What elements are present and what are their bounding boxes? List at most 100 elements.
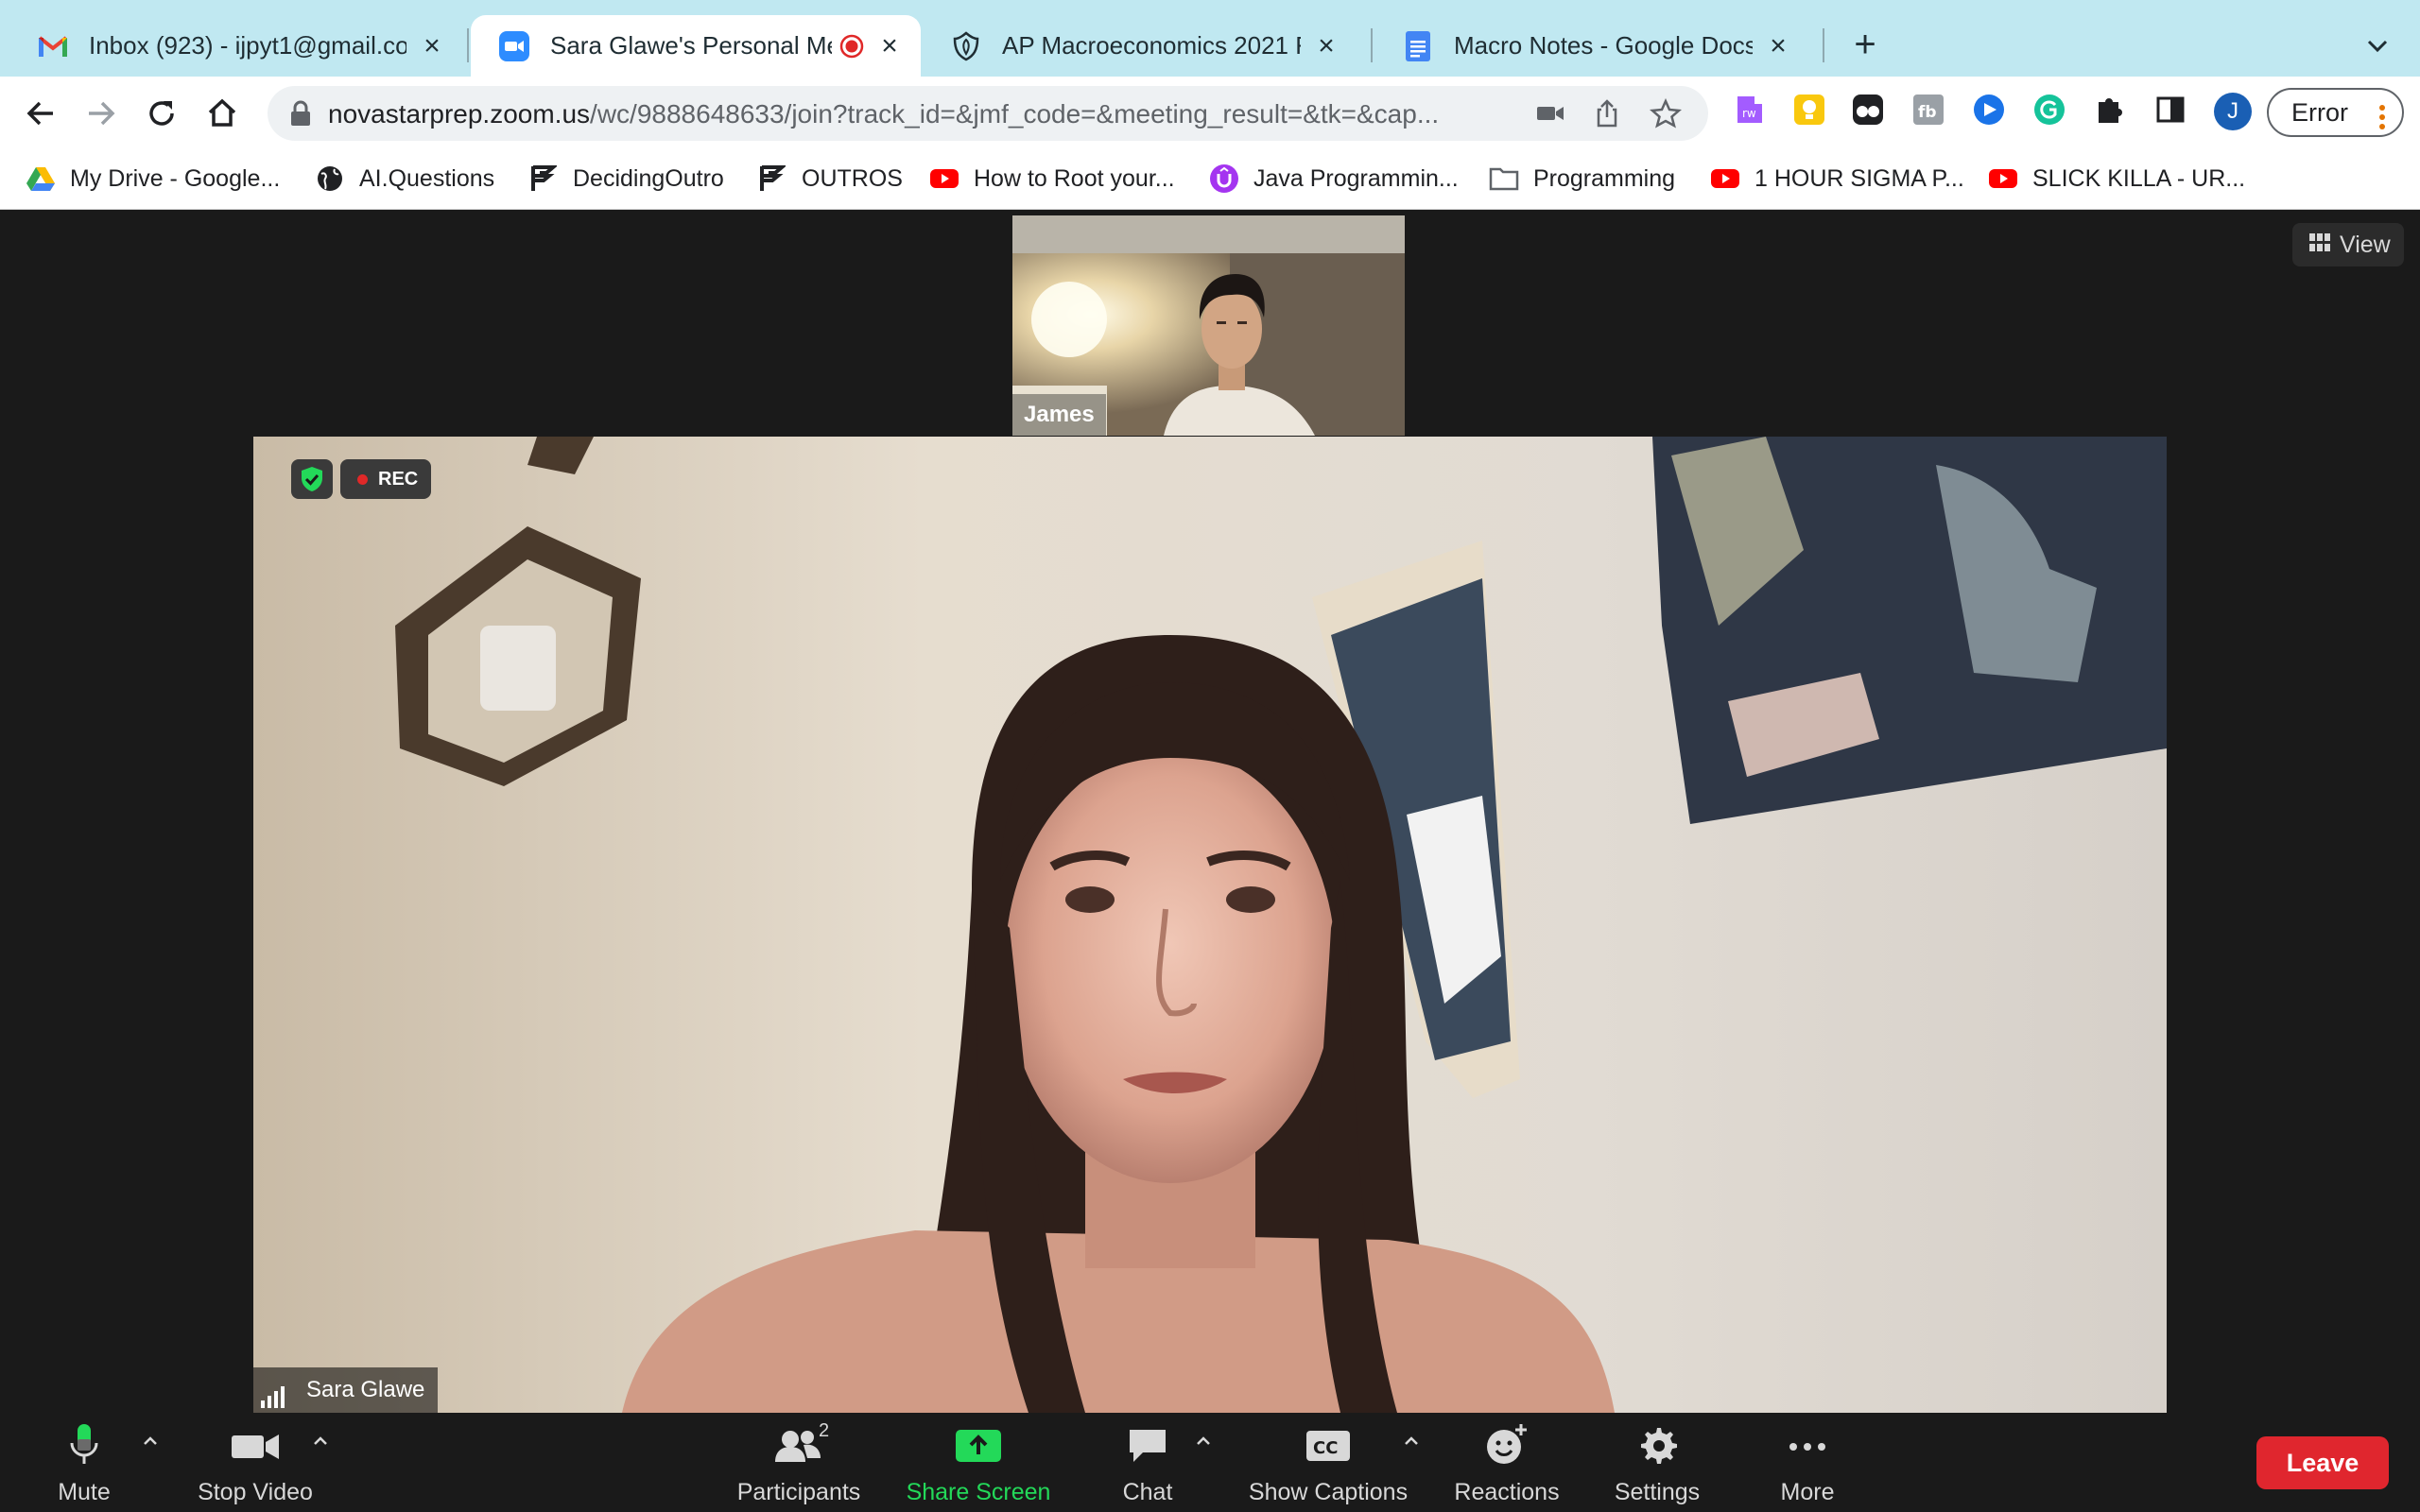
- url-text[interactable]: novastarprep.zoom.us/wc/9888648633/join?…: [328, 99, 1510, 129]
- forward-icon[interactable]: [81, 94, 121, 133]
- zoom-meeting-area: View James REC Sara Glawe: [0, 210, 2420, 1413]
- audio-options-caret-icon[interactable]: [140, 1434, 161, 1449]
- bookmark-deciding-outro[interactable]: DecidingOutro: [527, 162, 724, 196]
- leave-meeting-button[interactable]: Leave: [2256, 1436, 2389, 1489]
- bookmark-star-icon[interactable]: [1649, 97, 1683, 129]
- close-icon[interactable]: ×: [1312, 31, 1340, 60]
- bookmark-how-to-root[interactable]: How to Root your...: [928, 162, 1175, 196]
- video-camera-icon: [185, 1422, 325, 1468]
- camera-in-use-icon[interactable]: [1534, 98, 1566, 129]
- tab-macro-notes[interactable]: Macro Notes - Google Docs ×: [1374, 15, 1809, 77]
- flag-icon: [756, 163, 788, 195]
- flag-icon: [527, 163, 560, 195]
- bookmark-label: SLICK KILLA - UR...: [2032, 164, 2246, 192]
- owl-extension-icon[interactable]: [1851, 93, 1885, 127]
- bookmark-sigma[interactable]: 1 HOUR SIGMA P...: [1709, 162, 1964, 196]
- share-icon[interactable]: [1591, 98, 1623, 129]
- chat-button[interactable]: Chat: [1115, 1422, 1180, 1509]
- svg-text:rw: rw: [1742, 107, 1756, 120]
- reactions-button[interactable]: Reactions: [1448, 1422, 1565, 1509]
- lock-icon[interactable]: [288, 100, 313, 127]
- tab-search-chevron-icon[interactable]: [2360, 28, 2394, 62]
- bookmark-java-programming[interactable]: Java Programmin...: [1208, 162, 1459, 196]
- bookmark-label: 1 HOUR SIGMA P...: [1754, 164, 1964, 192]
- chat-options-caret-icon[interactable]: [1193, 1434, 1214, 1449]
- captions-options-caret-icon[interactable]: [1401, 1434, 1422, 1449]
- bookmark-ai-questions[interactable]: AI.Questions: [314, 162, 494, 196]
- tab-zoom-meeting[interactable]: Sara Glawe's Personal Meeting Room ×: [471, 15, 921, 77]
- idea-extension-icon[interactable]: [1792, 93, 1826, 127]
- stop-video-label: Stop Video: [198, 1479, 313, 1505]
- tab-gmail[interactable]: Inbox (923) - ijpyt1@gmail.com ×: [9, 15, 463, 77]
- show-captions-button[interactable]: CC Show Captions: [1238, 1422, 1418, 1509]
- svg-text:CC: CC: [1313, 1438, 1338, 1458]
- closed-captions-icon: CC: [1238, 1422, 1418, 1468]
- bookmark-label: OUTROS: [802, 164, 903, 192]
- home-icon[interactable]: [202, 94, 242, 133]
- bookmark-programming-folder[interactable]: Programming: [1488, 162, 1675, 196]
- kebab-menu-icon[interactable]: [2379, 99, 2385, 129]
- reactions-label: Reactions: [1454, 1479, 1560, 1505]
- folder-icon: [1488, 163, 1520, 195]
- participant-count-badge: 2: [819, 1420, 830, 1441]
- share-screen-button[interactable]: Share Screen: [902, 1422, 1055, 1509]
- new-tab-button[interactable]: +: [1848, 26, 1882, 63]
- bookmark-my-drive[interactable]: My Drive - Google...: [25, 162, 280, 196]
- profile-avatar[interactable]: J: [2214, 93, 2252, 130]
- youtube-icon: [928, 163, 960, 195]
- recording-dot-icon: [357, 474, 368, 485]
- readwise-extension-icon[interactable]: rw: [1732, 93, 1766, 127]
- back-icon[interactable]: [21, 94, 60, 133]
- settings-label: Settings: [1614, 1479, 1701, 1505]
- gmail-icon: [38, 31, 68, 61]
- profile-error-button[interactable]: Error: [2267, 88, 2404, 137]
- bookmark-slick-killa[interactable]: SLICK KILLA - UR...: [1987, 162, 2245, 196]
- view-button[interactable]: View: [2292, 223, 2404, 266]
- close-icon[interactable]: ×: [875, 31, 904, 60]
- chat-label: Chat: [1122, 1479, 1173, 1505]
- video-options-caret-icon[interactable]: [310, 1434, 331, 1449]
- reload-icon[interactable]: [142, 94, 182, 133]
- bookmark-label: My Drive - Google...: [70, 164, 281, 192]
- close-icon[interactable]: ×: [1764, 31, 1792, 60]
- speaker-name-text: Sara Glawe: [306, 1377, 425, 1402]
- extensions-puzzle-icon[interactable]: [2093, 93, 2127, 127]
- rec-label: REC: [378, 469, 419, 490]
- youtube-icon: [1709, 163, 1741, 195]
- video-extension-icon[interactable]: [1972, 93, 2006, 127]
- bookmark-outros[interactable]: OUTROS: [756, 162, 903, 196]
- more-button[interactable]: More: [1768, 1422, 1847, 1509]
- youtube-icon: [1987, 163, 2019, 195]
- encryption-shield-icon[interactable]: [291, 459, 333, 499]
- close-icon[interactable]: ×: [418, 31, 446, 60]
- participants-button[interactable]: Participants: [728, 1422, 870, 1509]
- more-label: More: [1780, 1479, 1835, 1505]
- microphone-icon: [42, 1422, 127, 1468]
- udemy-icon: [1208, 163, 1240, 195]
- recording-badge[interactable]: REC: [340, 459, 431, 499]
- grid-view-icon: [2309, 223, 2330, 266]
- tab-separator: [1823, 28, 1824, 62]
- stop-video-button[interactable]: Stop Video: [185, 1422, 325, 1509]
- grammarly-icon[interactable]: [2032, 93, 2066, 127]
- share-screen-icon: [902, 1422, 1055, 1468]
- gear-icon: [1607, 1422, 1707, 1468]
- tab-ap-macroeconomics[interactable]: AP Macroeconomics 2021 Free-Response Que…: [923, 15, 1357, 77]
- recording-indicator-icon: [839, 34, 864, 59]
- settings-button[interactable]: Settings: [1607, 1422, 1707, 1509]
- chat-bubble-icon: [1115, 1422, 1180, 1468]
- college-board-icon: [951, 30, 981, 61]
- address-bar[interactable]: novastarprep.zoom.us/wc/9888648633/join?…: [268, 86, 1708, 141]
- active-speaker-video[interactable]: REC Sara Glawe: [253, 437, 2167, 1413]
- fb-extension-icon[interactable]: fb: [1911, 93, 1945, 127]
- webcam-feed-sara: [253, 437, 2167, 1413]
- url-host: novastarprep.zoom.us: [328, 99, 591, 129]
- tab-title: AP Macroeconomics 2021 Free-Response Que…: [1002, 31, 1301, 60]
- mute-button[interactable]: Mute: [42, 1422, 127, 1509]
- side-panel-icon[interactable]: [2153, 93, 2187, 127]
- speaker-name-label: Sara Glawe: [253, 1367, 439, 1413]
- participant-thumbnail-video[interactable]: James: [1012, 215, 1405, 436]
- meeting-control-bar: Mute Stop Video Participants 2 Share Scr…: [0, 1413, 2420, 1512]
- url-path: /wc/9888648633/join?track_id=&jmf_code=&…: [590, 99, 1440, 129]
- tab-strip: Inbox (923) - ijpyt1@gmail.com × Sara Gl…: [0, 0, 2420, 77]
